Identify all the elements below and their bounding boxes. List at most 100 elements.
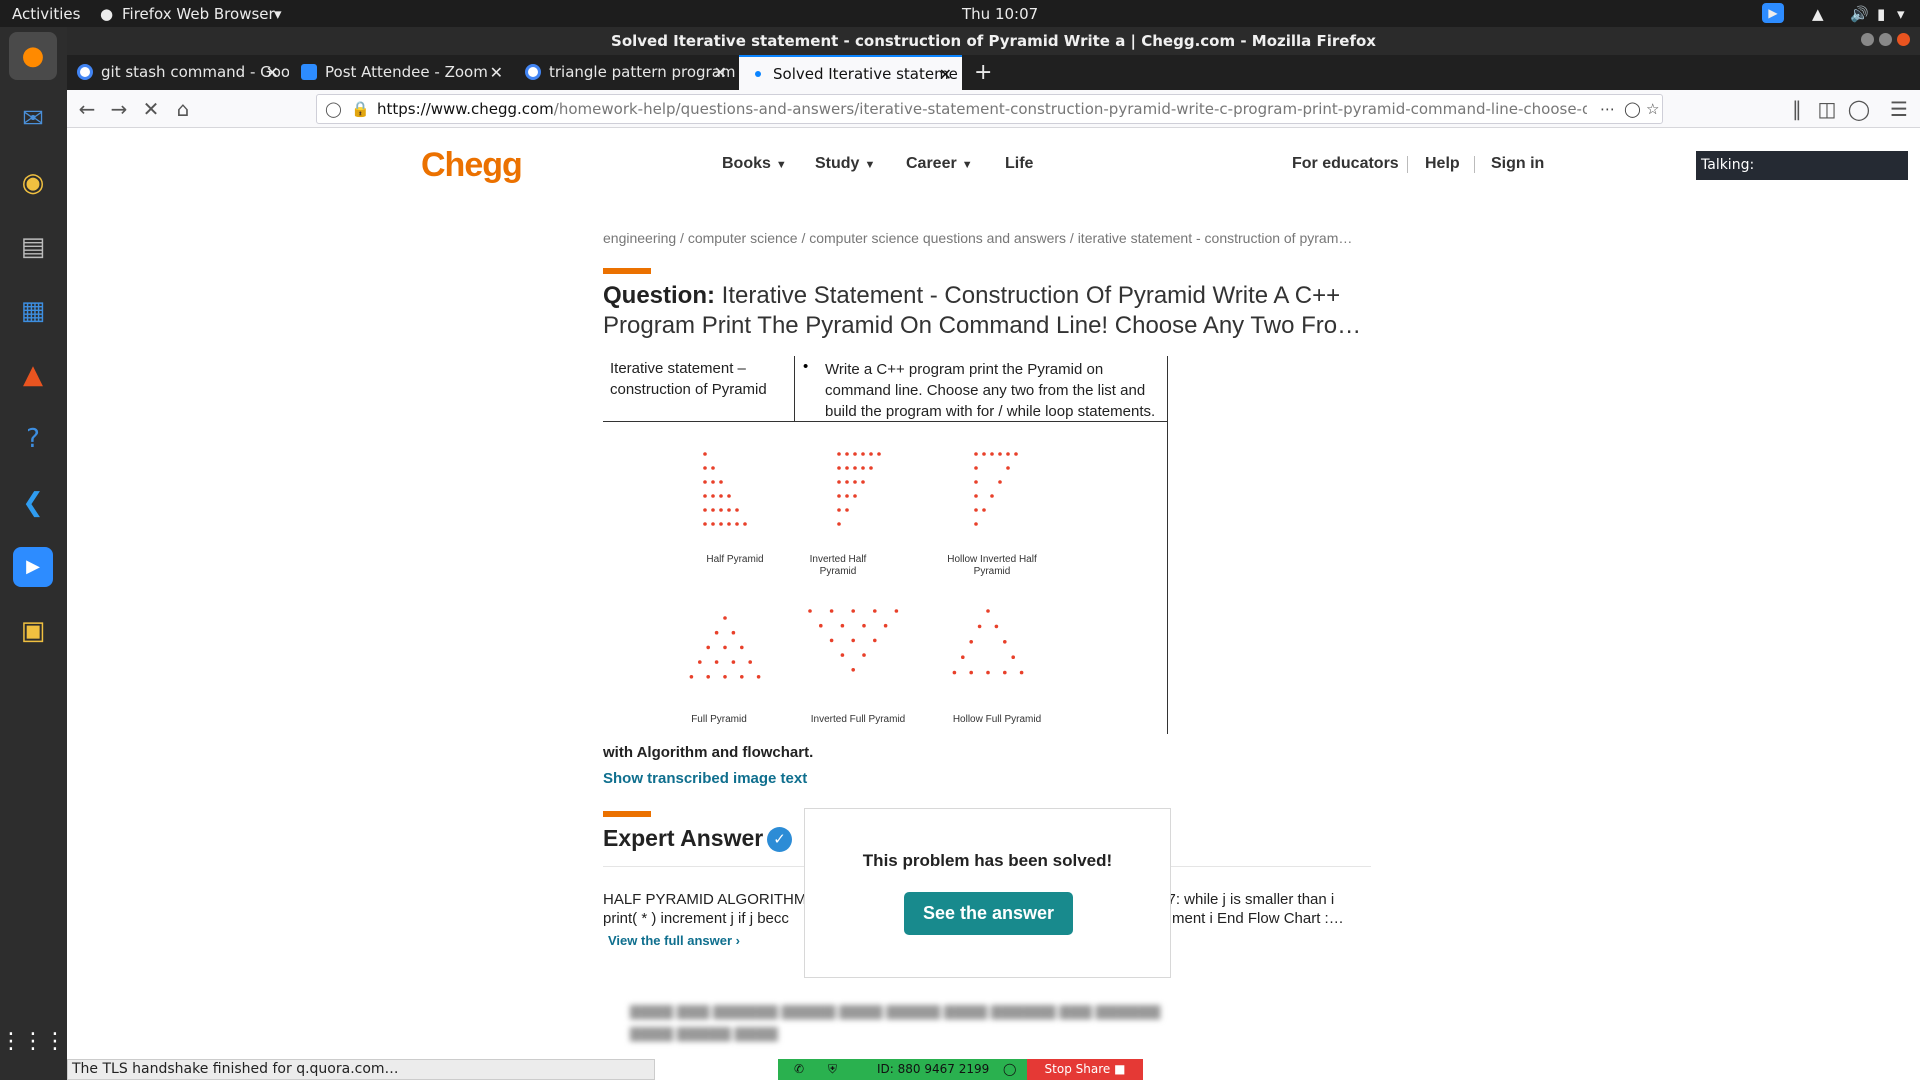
star-icon[interactable]: ☆	[1646, 95, 1659, 123]
pattern-dot	[974, 508, 978, 512]
pattern-dot	[977, 624, 982, 629]
tab-chegg-active[interactable]: Solved Iterative stateme ✕	[739, 55, 962, 90]
phone-icon[interactable]: ✆	[794, 1059, 804, 1080]
pattern-dot	[706, 675, 710, 679]
home-button[interactable]: ⌂	[169, 95, 197, 123]
shield-icon[interactable]: ⛨	[828, 1059, 837, 1080]
pattern-dot	[845, 452, 849, 456]
accent-bar	[603, 268, 651, 274]
zoom-tray-icon[interactable]: ▶	[1762, 3, 1784, 23]
lock-icon[interactable]: 🔒	[351, 95, 370, 123]
pattern-dot	[711, 522, 715, 526]
pattern-dot	[851, 638, 855, 643]
zoom-share-bar: ✆ ⛨ ID: 880 9467 2199 ◯	[778, 1059, 1042, 1080]
dock: ● ✉ ◉ ▤ ▦ ▲ ? ❮ ▶ ▣ ⋮⋮⋮	[0, 27, 67, 1080]
nav-sign-in[interactable]: Sign in	[1491, 155, 1544, 173]
answer-text-line: ment i End Flow Chart :…	[1172, 910, 1344, 927]
pattern-dot	[723, 675, 727, 679]
stop-share-button[interactable]: Stop Share ■	[1027, 1059, 1143, 1080]
pattern-dot	[808, 609, 812, 613]
nav-career[interactable]: Career ▼	[906, 155, 973, 173]
close-icon[interactable]: ✕	[490, 55, 503, 90]
pattern-dot	[952, 670, 957, 675]
pattern-dot	[961, 655, 965, 659]
back-button[interactable]: ←	[73, 95, 101, 123]
speaker-icon: ◉	[21, 168, 45, 198]
question-text: Iterative Statement - Construction Of Py…	[603, 282, 1362, 339]
sidebar-button[interactable]: ◫	[1813, 95, 1841, 123]
nav-study[interactable]: Study ▼	[815, 155, 875, 173]
info-icon[interactable]: ◯	[1003, 1059, 1016, 1080]
nav-life[interactable]: Life	[1005, 155, 1033, 173]
new-tab-button[interactable]: +	[964, 55, 1000, 90]
divider	[1474, 156, 1475, 173]
page-actions-icon[interactable]: ⋯	[1600, 95, 1615, 123]
firefox-icon: ●	[100, 5, 114, 23]
see-answer-button[interactable]: See the answer	[904, 892, 1073, 935]
close-icon[interactable]: ✕	[939, 57, 952, 90]
tab-triangle-pattern[interactable]: triangle pattern program ✕	[515, 55, 737, 90]
pattern-dot	[1014, 452, 1018, 456]
view-full-answer-link[interactable]: View the full answer ›	[608, 933, 740, 948]
navigation-toolbar: ← → ✕ ⌂ ◯ 🔒 https://www.chegg.com/homewo…	[67, 90, 1920, 128]
accent-bar	[603, 811, 651, 817]
chegg-logo[interactable]: Chegg	[421, 146, 523, 185]
clock[interactable]: Thu 10:07	[962, 5, 1038, 23]
rhythmbox-launcher[interactable]: ◉	[9, 159, 57, 207]
address-bar[interactable]: ◯ 🔒 https://www.chegg.com/homework-help/…	[316, 94, 1663, 124]
vscode-launcher[interactable]: ❮	[9, 479, 57, 527]
account-button[interactable]: ◯	[1845, 95, 1873, 123]
help-launcher[interactable]: ?	[9, 415, 57, 463]
answer-text-line: HALF PYRAMID ALGORITHM	[603, 891, 807, 908]
show-apps-button[interactable]: ⋮⋮⋮	[0, 1017, 66, 1065]
pocket-icon[interactable]: ◯	[1624, 95, 1641, 123]
minimize-button[interactable]	[1861, 33, 1874, 46]
nav-for-educators[interactable]: For educators	[1292, 155, 1399, 173]
show-transcribed-link[interactable]: Show transcribed image text	[603, 770, 807, 787]
solved-popup: This problem has been solved! See the an…	[804, 808, 1171, 978]
breadcrumb[interactable]: engineering / computer science / compute…	[603, 230, 1352, 246]
grid-icon: ⋮⋮⋮	[0, 1028, 66, 1054]
close-window-button[interactable]	[1897, 33, 1910, 46]
pattern-dot	[719, 508, 723, 512]
url-text[interactable]: https://www.chegg.com/homework-help/ques…	[377, 95, 1587, 123]
status-bar: The TLS handshake finished for q.quora.c…	[67, 1059, 655, 1080]
maximize-button[interactable]	[1879, 33, 1892, 46]
pattern-dot	[861, 466, 865, 470]
zoom-icon	[301, 64, 317, 80]
chevron-down-icon: ▾	[274, 5, 282, 23]
tab-label: Post Attendee - Zoom	[325, 63, 488, 81]
close-icon[interactable]: ✕	[266, 55, 279, 90]
pattern-dot	[840, 623, 845, 628]
software-launcher[interactable]: ▲	[9, 351, 57, 399]
app-menu[interactable]: Firefox Web Browser	[122, 5, 275, 23]
shield-icon[interactable]: ◯	[325, 95, 342, 123]
activities-button[interactable]: Activities	[12, 5, 80, 23]
tab-git-stash[interactable]: git stash command - Goo ✕	[67, 55, 289, 90]
pattern-dot	[869, 452, 873, 456]
close-icon[interactable]: ✕	[714, 55, 727, 90]
forward-button[interactable]: →	[105, 95, 133, 123]
library-button[interactable]: ∥	[1783, 95, 1811, 123]
files-icon: ▤	[20, 232, 46, 262]
chevron-down-icon: ▼	[961, 159, 973, 171]
home-icon: ⌂	[176, 97, 190, 121]
volume-icon[interactable]: 🔊	[1850, 5, 1869, 23]
pattern-dot	[862, 653, 866, 657]
thunderbird-launcher[interactable]: ✉	[9, 95, 57, 143]
files-launcher[interactable]: ▤	[9, 223, 57, 271]
nav-books[interactable]: Books ▼	[722, 155, 787, 173]
firefox-launcher[interactable]: ●	[9, 32, 57, 80]
caption-hollow-full-pyramid: Hollow Full Pyramid	[952, 714, 1042, 725]
image-viewer-launcher[interactable]: ▣	[9, 607, 57, 655]
pattern-dot	[723, 645, 727, 650]
network-icon[interactable]: ▲	[1812, 5, 1824, 23]
stop-button[interactable]: ✕	[137, 95, 165, 123]
pattern-dot	[998, 480, 1002, 484]
writer-launcher[interactable]: ▦	[9, 287, 57, 335]
zoom-launcher[interactable]: ▶	[9, 543, 57, 591]
nav-help[interactable]: Help	[1425, 155, 1460, 173]
tab-zoom[interactable]: Post Attendee - Zoom ✕	[291, 55, 513, 90]
menu-button[interactable]: ☰	[1885, 95, 1913, 123]
battery-icon[interactable]: ▮	[1877, 5, 1885, 23]
